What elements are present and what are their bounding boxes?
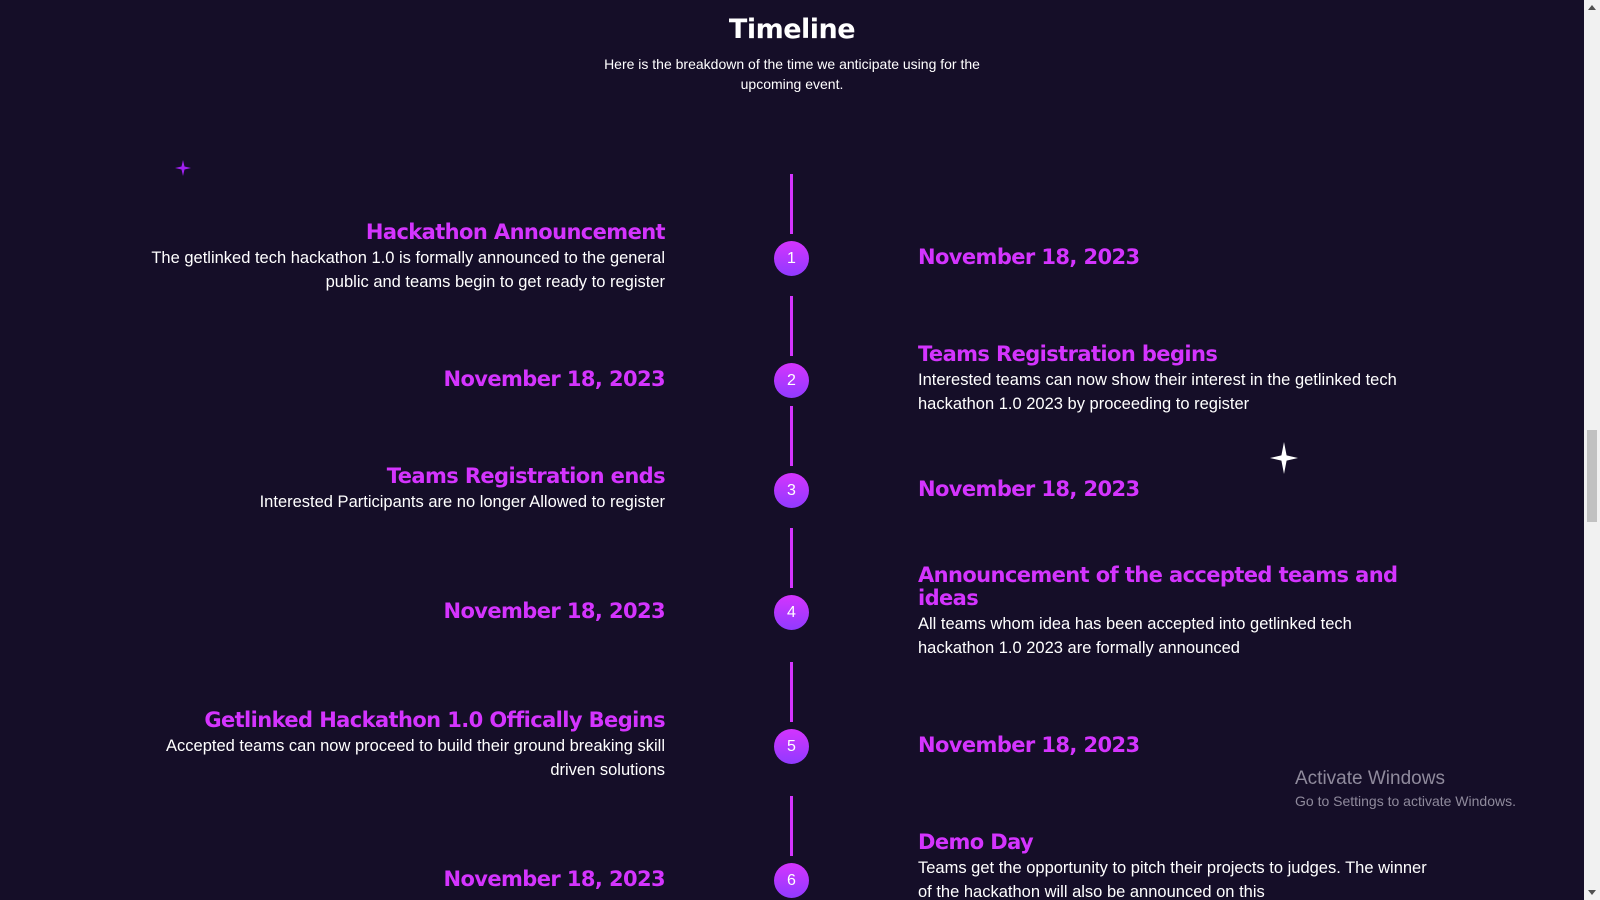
event-description: Accepted teams can now proceed to build …	[166, 737, 665, 779]
timeline-node-6: 6	[774, 863, 809, 898]
timeline-event-6-details: Demo Day Teams get the opportunity to pi…	[918, 831, 1428, 900]
event-date: November 18, 2023	[918, 245, 1140, 269]
timeline-page: Timeline Here is the breakdown of the ti…	[0, 0, 1600, 900]
timeline-event-3-details: Teams Registration ends Interested Parti…	[145, 464, 666, 514]
event-description: Interested teams can now show their inte…	[918, 371, 1397, 413]
timeline-connector	[790, 796, 793, 856]
timeline-node-3: 3	[774, 473, 809, 508]
timeline-connector	[790, 662, 793, 722]
timeline-header: Timeline Here is the breakdown of the ti…	[0, 14, 1584, 94]
watermark-title: Activate Windows	[1295, 768, 1445, 789]
timeline-node-5: 5	[774, 729, 809, 764]
event-date: November 18, 2023	[918, 733, 1140, 757]
scroll-up-arrow-icon[interactable]	[1588, 5, 1596, 10]
event-date: November 18, 2023	[443, 867, 665, 891]
timeline-node-4: 4	[774, 595, 809, 630]
timeline-node-2: 2	[774, 363, 809, 398]
timeline-node-1: 1	[774, 241, 809, 276]
timeline-connector	[790, 406, 793, 466]
event-title: Getlinked Hackathon 1.0 Offically Begins	[204, 708, 665, 732]
sparkle-star-icon	[1270, 442, 1298, 474]
event-date: November 18, 2023	[443, 599, 665, 623]
event-title: Hackathon Announcement	[365, 220, 666, 244]
sparkle-star-icon	[175, 160, 191, 176]
event-title: Demo Day	[918, 830, 1034, 854]
page-subtitle: Here is the breakdown of the time we ant…	[604, 56, 980, 92]
timeline-connector	[790, 528, 793, 588]
page-title: Timeline	[728, 14, 856, 45]
event-title: Announcement of the accepted teams and i…	[918, 563, 1398, 610]
timeline-event-2-details: Teams Registration begins Interested tea…	[918, 343, 1428, 416]
windows-activation-watermark: Activate Windows Go to Settings to activ…	[1295, 767, 1516, 811]
event-description: All teams whom idea has been accepted in…	[918, 615, 1352, 657]
event-date: November 18, 2023	[443, 367, 665, 391]
event-description: Interested Participants are no longer Al…	[259, 493, 665, 511]
timeline-event-1-details: Hackathon Announcement The getlinked tec…	[145, 221, 665, 294]
vertical-scrollbar[interactable]	[1584, 0, 1600, 900]
timeline-connector	[790, 174, 793, 234]
event-title: Teams Registration begins	[918, 342, 1218, 366]
event-title: Teams Registration ends	[386, 464, 666, 488]
event-description: Teams get the opportunity to pitch their…	[918, 859, 1427, 900]
timeline-event-5-details: Getlinked Hackathon 1.0 Offically Begins…	[145, 708, 666, 782]
timeline-event-4-details: Announcement of the accepted teams and i…	[918, 564, 1428, 660]
timeline-connector	[790, 296, 793, 356]
watermark-subtitle: Go to Settings to activate Windows.	[1295, 793, 1516, 809]
event-description: The getlinked tech hackathon 1.0 is form…	[151, 249, 665, 291]
scrollbar-thumb[interactable]	[1587, 430, 1597, 522]
event-date: November 18, 2023	[918, 477, 1140, 501]
scroll-down-arrow-icon[interactable]	[1588, 890, 1596, 895]
